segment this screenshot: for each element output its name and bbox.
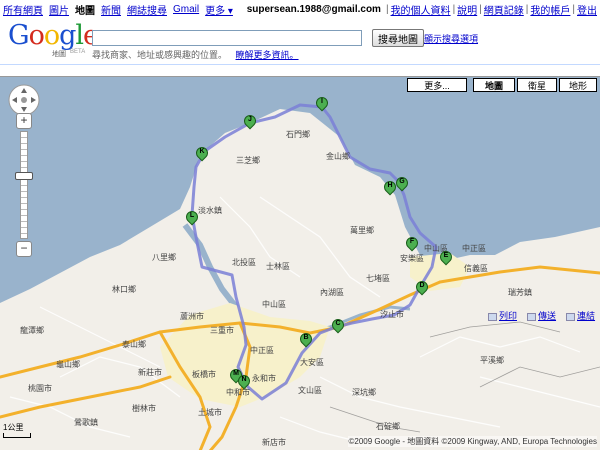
map-type-satellite-button[interactable]: 衛星 (517, 78, 557, 92)
history-link[interactable]: 網頁記錄 (484, 2, 524, 17)
place-label: 新店市 (262, 438, 286, 447)
zoom-out-button[interactable]: − (16, 241, 32, 257)
send-link[interactable]: 傳送 (527, 309, 556, 322)
place-label: 桃園市 (28, 384, 52, 393)
map-type-map-button[interactable]: 地圖 (473, 78, 515, 92)
route-marker[interactable]: L (183, 208, 201, 229)
route-marker[interactable]: B (297, 330, 315, 351)
place-label: 內湖區 (320, 288, 344, 297)
route-marker[interactable]: I (313, 94, 331, 115)
place-label: 平溪鄉 (480, 356, 504, 365)
place-label: 林口鄉 (112, 285, 136, 294)
map-canvas[interactable]: 石門鄉 三芝鄉 金山鄉 萬里鄉 淡水鎮 八里鄉 林口鄉 北投區 士林區 中山區 … (0, 76, 600, 450)
place-label: 大安區 (300, 358, 324, 367)
place-label: 萬里鄉 (350, 226, 374, 235)
link-to-page[interactable]: 連結 (566, 309, 595, 322)
route-marker[interactable]: E (437, 248, 455, 269)
route-marker[interactable]: N (235, 372, 253, 393)
zoom-slider-thumb[interactable] (15, 172, 33, 180)
place-label: 龍潭鄉 (20, 326, 44, 335)
account-nav: supersean.1988@gmail.com | 我的個人資料 | 說明 |… (246, 2, 597, 17)
map-copyright: ©2009 Google - 地圖資料 ©2009 Kingway, AND, … (348, 436, 597, 447)
place-label: 信義區 (464, 264, 488, 273)
place-label: 士林區 (266, 262, 290, 271)
pan-center-icon (21, 97, 27, 103)
place-label: 汐止市 (380, 310, 404, 319)
place-label: 泰山鄉 (122, 340, 146, 349)
sign-out-link[interactable]: 登出 (577, 2, 597, 17)
logo-subtitle: 地圖 (52, 51, 66, 58)
link-icon (566, 312, 576, 321)
route-marker[interactable]: C (329, 316, 347, 337)
profile-link[interactable]: 我的個人資料 (391, 2, 451, 17)
top-nav: 所有網頁 圖片 地圖 新聞 網誌搜尋 Gmail 更多 ▾ supersean.… (0, 0, 600, 18)
search-maps-button[interactable]: 搜尋地圖 (372, 29, 424, 47)
map-type-more-button[interactable]: 更多... (407, 78, 467, 92)
place-label: 中正區 (462, 244, 486, 253)
my-account-link[interactable]: 我的帳戶 (530, 2, 570, 17)
place-label: 北投區 (232, 258, 256, 267)
search-options-link[interactable]: 顯示搜尋選項 (424, 32, 478, 45)
zoom-in-button[interactable]: + (16, 113, 32, 129)
place-label: 鶯歌鎮 (74, 418, 98, 427)
place-label: 瑞芳鎮 (508, 288, 532, 297)
nav-news[interactable]: 新聞 (101, 2, 121, 17)
logo-beta: BETA (70, 49, 86, 55)
zoom-slider[interactable] (20, 131, 28, 239)
search-header: Google 地圖 BETA 搜尋地圖 顯示搜尋選項 尋找商家、地址或感興趣的位… (0, 18, 600, 64)
route-marker[interactable]: F (403, 234, 421, 255)
search-input[interactable] (92, 30, 362, 46)
route-marker[interactable]: J (241, 112, 259, 133)
help-link[interactable]: 說明 (457, 2, 477, 17)
place-label: 八里鄉 (152, 253, 176, 262)
map-tools: 列印 傳送 連結 (488, 309, 595, 322)
place-label: 七堵區 (366, 274, 390, 283)
place-label: 土城市 (198, 408, 222, 417)
place-label: 石門鄉 (286, 130, 310, 139)
print-icon (488, 312, 497, 321)
place-label: 樹林市 (132, 404, 156, 413)
pan-control[interactable] (7, 83, 41, 117)
place-label: 三重市 (210, 326, 234, 335)
search-hint-text: 尋找商家、地址或感興趣的位置。 (92, 50, 228, 60)
place-label: 新莊市 (138, 368, 162, 377)
nav-gmail[interactable]: Gmail (173, 4, 199, 15)
route-marker[interactable]: G (393, 174, 411, 195)
nav-more[interactable]: 更多 ▾ (205, 2, 233, 17)
place-label: 三芝鄉 (236, 156, 260, 165)
search-hint: 尋找商家、地址或感興趣的位置。 瞭解更多資訊。 (92, 48, 299, 61)
route-marker[interactable]: D (413, 278, 431, 299)
sea (0, 77, 600, 303)
map-scale: 1公里 (3, 422, 31, 438)
scale-label: 1公里 (3, 423, 24, 432)
place-label: 永和市 (252, 374, 276, 383)
product-nav: 所有網頁 圖片 地圖 新聞 網誌搜尋 Gmail 更多 ▾ (3, 2, 239, 17)
scale-bar (3, 433, 31, 438)
google-maps-logo[interactable]: Google 地圖 BETA (8, 20, 99, 59)
place-label: 板橋市 (192, 370, 216, 379)
map-type-terrain-button[interactable]: 地形 (559, 78, 597, 92)
nav-web[interactable]: 所有網頁 (3, 2, 43, 17)
place-label: 金山鄉 (326, 152, 350, 161)
nav-blog-search[interactable]: 網誌搜尋 (127, 2, 167, 17)
route-marker[interactable]: K (193, 144, 211, 165)
place-label: 文山區 (298, 386, 322, 395)
place-label: 中山區 (262, 300, 286, 309)
nav-images[interactable]: 圖片 (49, 2, 69, 17)
logo-wordmark: Google (8, 20, 99, 51)
route-marker[interactable]: H (381, 178, 399, 199)
place-label: 深坑鄉 (352, 388, 376, 397)
place-label: 淡水鎮 (198, 206, 222, 215)
print-link[interactable]: 列印 (488, 309, 517, 322)
learn-more-link[interactable]: 瞭解更多資訊。 (236, 50, 299, 60)
place-label: 蘆洲市 (180, 312, 204, 321)
place-label: 龜山鄉 (56, 360, 80, 369)
mail-icon (527, 312, 537, 321)
nav-maps: 地圖 (75, 5, 95, 17)
place-label: 中正區 (250, 346, 274, 355)
place-label: 石碇鄉 (376, 422, 400, 431)
account-email: supersean.1988@gmail.com (246, 3, 381, 15)
